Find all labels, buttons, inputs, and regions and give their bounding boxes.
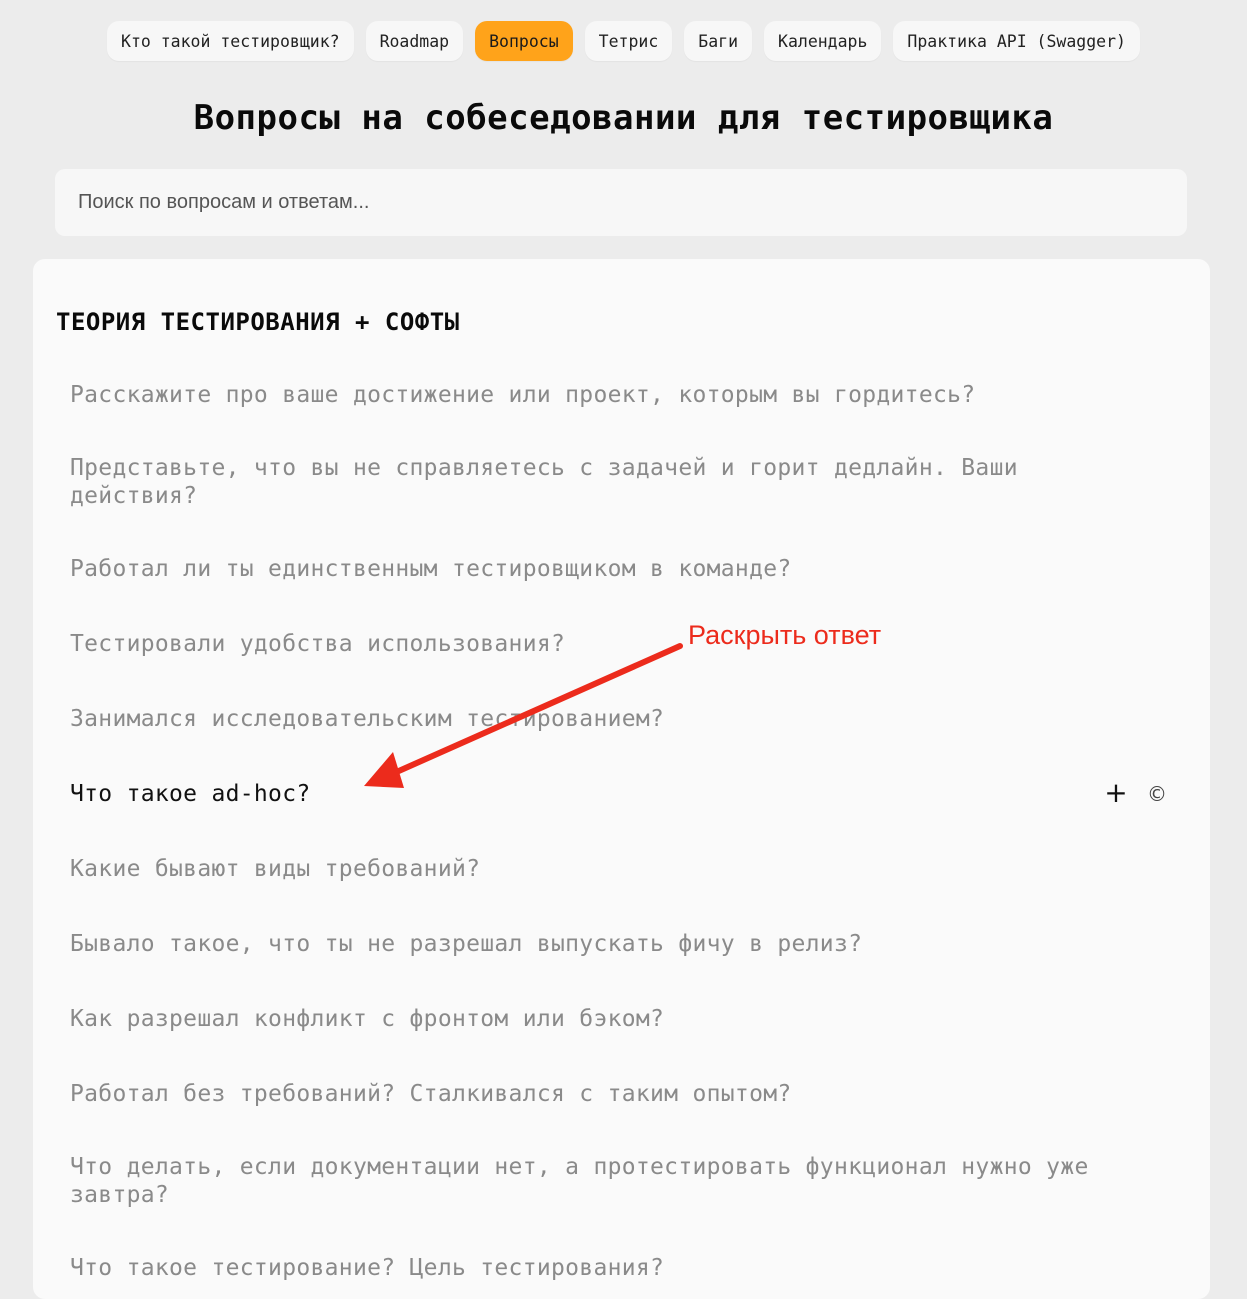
top-nav: Кто такой тестировщик? Roadmap Вопросы Т… [0,21,1247,61]
nav-item-questions[interactable]: Вопросы [475,21,573,61]
section-title: ТЕОРИЯ ТЕСТИРОВАНИЯ + СОФТЫ [56,308,460,336]
annotation-label: Раскрыть ответ [688,620,882,650]
question-item[interactable]: Тестировали удобства использования? [70,630,1100,658]
question-item[interactable]: Занимался исследовательским тестирование… [70,705,1100,733]
question-item[interactable]: Расскажите про ваше достижение или проек… [70,381,1100,409]
question-item[interactable]: Бывало такое, что ты не разрешал выпуска… [70,930,1100,958]
question-item[interactable]: Работал ли ты единственным тестировщиком… [70,555,1100,583]
nav-item-tetris[interactable]: Тетрис [584,21,673,61]
question-item[interactable]: Какие бывают виды требований? [70,855,1100,883]
questions-card [33,259,1210,1299]
nav-item-api-practice[interactable]: Практика API (Swagger) [893,21,1140,61]
copyright-icon[interactable]: © [1146,782,1168,806]
nav-item-bugs[interactable]: Баги [684,21,753,61]
page-title: Вопросы на собеседовании для тестировщик… [193,98,1054,138]
question-item[interactable]: Как разрешал конфликт с фронтом или бэко… [70,1005,1100,1033]
nav-item-roadmap[interactable]: Roadmap [365,21,464,61]
question-item[interactable]: Что такое тестирование? Цель тестировани… [70,1254,1100,1282]
question-item[interactable]: Работал без требований? Сталкивался с та… [70,1080,1100,1108]
search-input[interactable] [55,169,1187,236]
question-item-active[interactable]: Что такое ad-hoc? [70,780,1100,808]
nav-item-who-is-tester[interactable]: Кто такой тестировщик? [107,21,354,61]
nav-item-calendar[interactable]: Календарь [764,21,882,61]
question-item[interactable]: Что делать, если документации нет, а про… [70,1153,1100,1209]
question-item[interactable]: Представьте, что вы не справляетесь с за… [70,454,1100,510]
plus-icon[interactable]: + [1104,779,1128,807]
